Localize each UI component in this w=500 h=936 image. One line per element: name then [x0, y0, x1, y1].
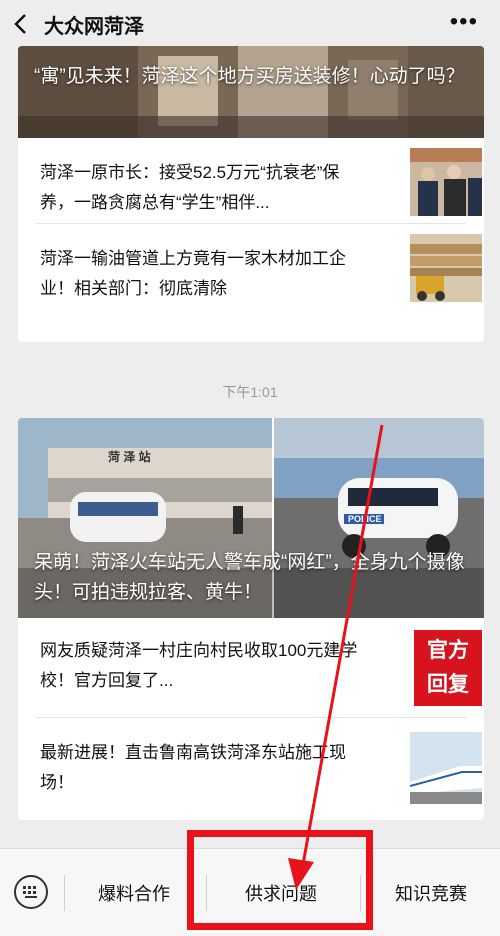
message-timestamp: 下午1:01 [222, 384, 278, 400]
item-title: 菏泽一原市长：接受52.5万元“抗衰老”保养，一路贪腐总有“学生”相伴... [40, 163, 340, 212]
item-title: 最新进展！直击鲁南高铁菏泽东站施工现场！ [40, 743, 346, 792]
keyboard-toggle-icon[interactable] [14, 875, 48, 909]
item-title: 菏泽一输油管道上方竟有一家木材加工企业！相关部门：彻底清除 [40, 249, 346, 298]
annotation-highlight-box [187, 830, 373, 930]
badge-line-2: 回复 [427, 673, 469, 696]
interior-photo [18, 46, 484, 138]
thumbnail-image [410, 234, 482, 302]
article-card[interactable]: “寓”见未来！菏泽这个地方买房送装修！心动了吗？ 菏泽一原市长：接受52.5万元… [18, 46, 484, 342]
more-options-icon[interactable]: ••• [450, 10, 478, 34]
thumbnail-image [410, 732, 482, 804]
police-label: POLICE [348, 514, 382, 524]
back-button[interactable] [0, 0, 40, 48]
hero-title: “寓”见未来！菏泽这个地方买房送装修！心动了吗？ [34, 66, 465, 87]
back-arrow-icon [14, 14, 26, 34]
divider [64, 875, 65, 911]
page-title: 大众网菏泽 [44, 15, 144, 38]
list-item[interactable]: 菏泽一原市长：接受52.5万元“抗衰老”保养，一路贪腐总有“学生”相伴... [36, 138, 482, 224]
article-card[interactable]: 菏 泽 站 POLICE 呆萌！菏泽火车站无人警车成“网红”，全身九个摄像头！可… [18, 418, 484, 820]
menu-item-zhishi[interactable]: 知识竞赛 [362, 869, 500, 917]
top-bar: 大众网菏泽 ••• [0, 0, 500, 48]
menu-item-baoliao[interactable]: 爆料合作 [66, 869, 202, 917]
thumbnail-image [410, 148, 482, 216]
item-title: 网友质疑菏泽一村庄向村民收取100元建学校！官方回复了... [40, 641, 358, 690]
station-sign: 菏 泽 站 [108, 450, 151, 464]
hero-image[interactable]: 菏 泽 站 POLICE 呆萌！菏泽火车站无人警车成“网红”，全身九个摄像头！可… [18, 418, 484, 618]
list-item[interactable]: 菏泽一输油管道上方竟有一家木材加工企业！相关部门：彻底清除 [36, 224, 482, 310]
list-item[interactable]: 最新进展！直击鲁南高铁菏泽东站施工现场！ [36, 718, 482, 818]
list-item[interactable]: 网友质疑菏泽一村庄向村民收取100元建学校！官方回复了... 官方 回复 [36, 618, 482, 718]
badge-line-1: 官方 [427, 639, 469, 662]
official-reply-badge: 官方 回复 [414, 630, 482, 706]
hero-image[interactable]: “寓”见未来！菏泽这个地方买房送装修！心动了吗？ [18, 46, 484, 138]
hero-title: 呆萌！菏泽火车站无人警车成“网红”，全身九个摄像头！可拍违规拉客、黄牛！ [34, 552, 465, 603]
